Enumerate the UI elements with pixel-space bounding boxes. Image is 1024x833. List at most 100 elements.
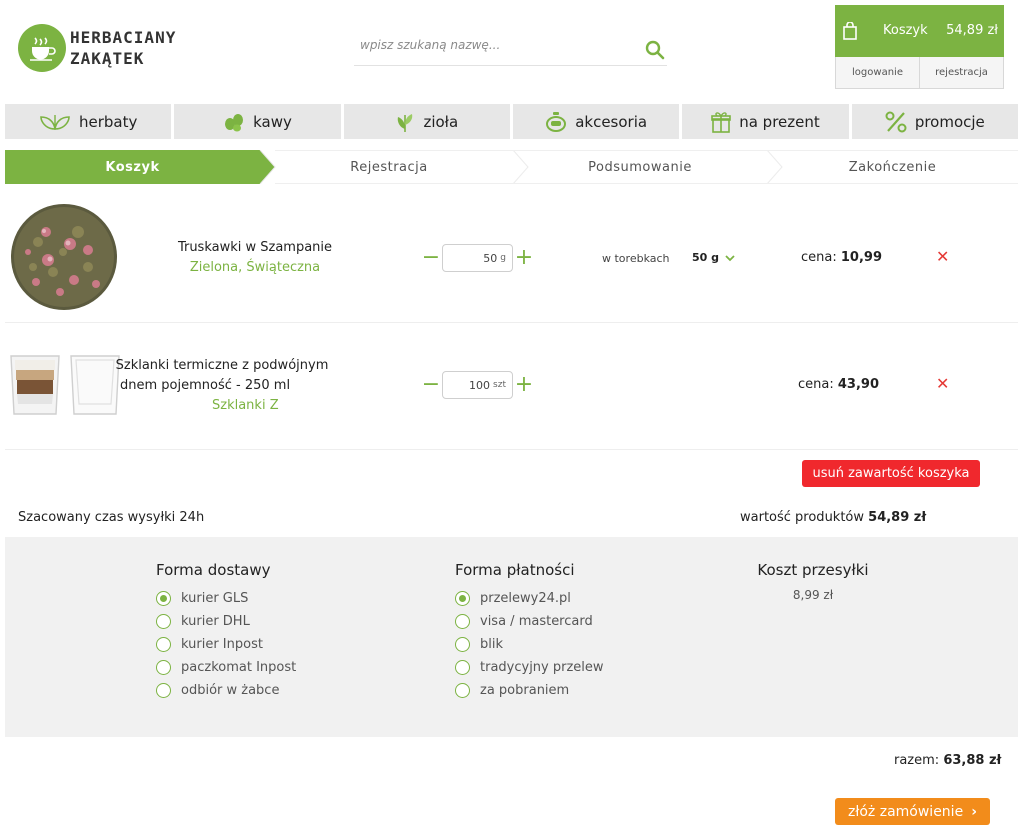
step-koszyk: Koszyk [105,159,160,175]
product-info: Truskawki w Szampanie Zielona, Świąteczn… [150,238,360,278]
payment-option-przelewy24[interactable]: przelewy24.pl [455,587,604,610]
brand-line-1: HERBACIANY [70,28,177,47]
product-category[interactable]: Zielona, Świąteczna [150,258,360,278]
nav-label: zioła [423,112,459,131]
order-total: razem: 63,88 zł [894,753,1001,768]
delivery-option-paczkomat[interactable]: paczkomat Inpost [156,656,296,679]
radio-icon[interactable] [156,637,171,652]
product-name-line-2[interactable]: dnem pojemność - 250 ml [114,376,330,396]
quantity-stepper: − 100 szt + [420,371,535,399]
radio-icon[interactable] [156,614,171,629]
decrease-quantity-button[interactable]: − [420,247,442,269]
quantity-stepper: − 50 g + [420,244,535,272]
logo[interactable]: HERBACIANY ZAKĄTEK [18,24,176,72]
price-value: 43,90 [837,377,879,392]
size-select[interactable]: 50 g [692,251,736,264]
search-button[interactable] [643,38,667,62]
quantity-unit: szt [493,380,506,390]
option-label: odbiór w żabce [181,683,280,698]
quantity-value: 100 [469,378,491,392]
quantity-unit: g [500,253,506,263]
option-label: przelewy24.pl [480,591,571,606]
checkout-steps: Koszyk Rejestracja Podsumowanie Zakończe… [5,150,1018,184]
row-divider [5,449,1018,450]
shipping-time: Szacowany czas wysyłki 24h [18,510,205,525]
teapot-icon [546,111,567,132]
row-divider [5,322,1018,323]
herb-icon [398,113,413,132]
radio-icon[interactable] [455,637,470,652]
payment-option-blik[interactable]: blik [455,633,604,656]
remove-item-button[interactable]: ✕ [936,247,949,266]
products-value: wartość produktów 54,89 zł [740,510,926,525]
nav-item-ziola[interactable]: zioła [343,104,510,139]
payment-options: Forma płatności przelewy24.pl visa / mas… [455,561,604,702]
price-label: cena: [798,377,834,392]
nav-item-na-prezent[interactable]: na prezent [682,104,849,139]
option-label: blik [480,637,504,652]
cart-button[interactable]: Koszyk 54,89 zł [835,5,1004,57]
product-name-line-1[interactable]: Szklanki termiczne z podwójnym [114,356,330,376]
radio-icon[interactable] [455,683,470,698]
product-price: cena: 10,99 [801,250,882,265]
nav-label: herbaty [78,112,138,131]
login-link[interactable]: logowanie [836,57,919,88]
radio-icon[interactable] [156,660,171,675]
nav-item-akcesoria[interactable]: akcesoria [512,104,680,139]
product-category[interactable]: Szklanki Z [182,396,330,416]
cart-total: 54,89 zł [946,23,998,38]
chevron-down-icon [725,254,735,261]
nav-label: akcesoria [575,112,648,131]
decrease-quantity-button[interactable]: − [420,374,442,396]
shipping-cost-title: Koszt przesyłki [757,561,869,579]
delivery-options: Forma dostawy kurier GLS kurier DHL kuri… [156,561,296,702]
delivery-option-inpost[interactable]: kurier Inpost [156,633,296,656]
radio-icon[interactable] [156,683,171,698]
nav-label: na prezent [739,112,820,131]
clear-cart-button[interactable]: usuń zawartość koszyka [802,460,980,487]
gift-icon [711,111,732,133]
product-name[interactable]: Truskawki w Szampanie [150,238,360,258]
radio-selected-icon[interactable] [156,591,171,606]
radio-icon[interactable] [455,614,470,629]
nav-item-promocje[interactable]: promocje [851,104,1018,139]
step-zakonczenie: Zakończenie [848,159,937,175]
register-link[interactable]: rejestracja [919,57,1003,88]
remove-item-button[interactable]: ✕ [936,374,949,393]
coffee-beans-icon [225,113,244,131]
payment-option-transfer[interactable]: tradycyjny przelew [455,656,604,679]
payment-option-cod[interactable]: za pobraniem [455,679,604,702]
packaging-label: w torebkach [602,252,670,265]
delivery-option-dhl[interactable]: kurier DHL [156,610,296,633]
quantity-field[interactable]: 100 szt [442,371,513,399]
radio-icon[interactable] [455,660,470,675]
payment-option-card[interactable]: visa / mastercard [455,610,604,633]
products-value-amount: 54,89 zł [868,510,927,525]
category-nav: herbaty kawy zioła akcesoria na prezent … [5,104,1018,139]
size-value: 50 g [692,251,720,264]
option-label: visa / mastercard [480,614,593,629]
nav-item-kawy[interactable]: kawy [174,104,341,139]
option-label: tradycyjny przelew [480,660,604,675]
option-label: paczkomat Inpost [181,660,297,675]
step-podsumowanie: Podsumowanie [588,159,692,175]
order-total-value: 63,88 zł [943,753,1002,768]
radio-selected-icon[interactable] [455,591,470,606]
option-label: za pobraniem [480,683,570,698]
delivery-option-gls[interactable]: kurier GLS [156,587,296,610]
nav-item-herbaty[interactable]: herbaty [5,104,172,139]
quantity-field[interactable]: 50 g [442,244,513,272]
chevron-right-icon: › [971,803,977,820]
increase-quantity-button[interactable]: + [513,374,535,396]
search-input[interactable] [360,38,630,52]
brand-name: HERBACIANY ZAKĄTEK [70,27,176,69]
product-price: cena: 43,90 [798,377,879,392]
quantity-value: 50 [483,251,498,265]
payment-title: Forma płatności [455,561,575,579]
increase-quantity-button[interactable]: + [513,247,535,269]
delivery-option-zabka[interactable]: odbiór w żabce [156,679,296,702]
place-order-button[interactable]: złóż zamówienie › [835,798,990,825]
price-label: cena: [801,250,837,265]
option-label: kurier GLS [181,591,249,606]
nav-label: kawy [253,112,292,131]
